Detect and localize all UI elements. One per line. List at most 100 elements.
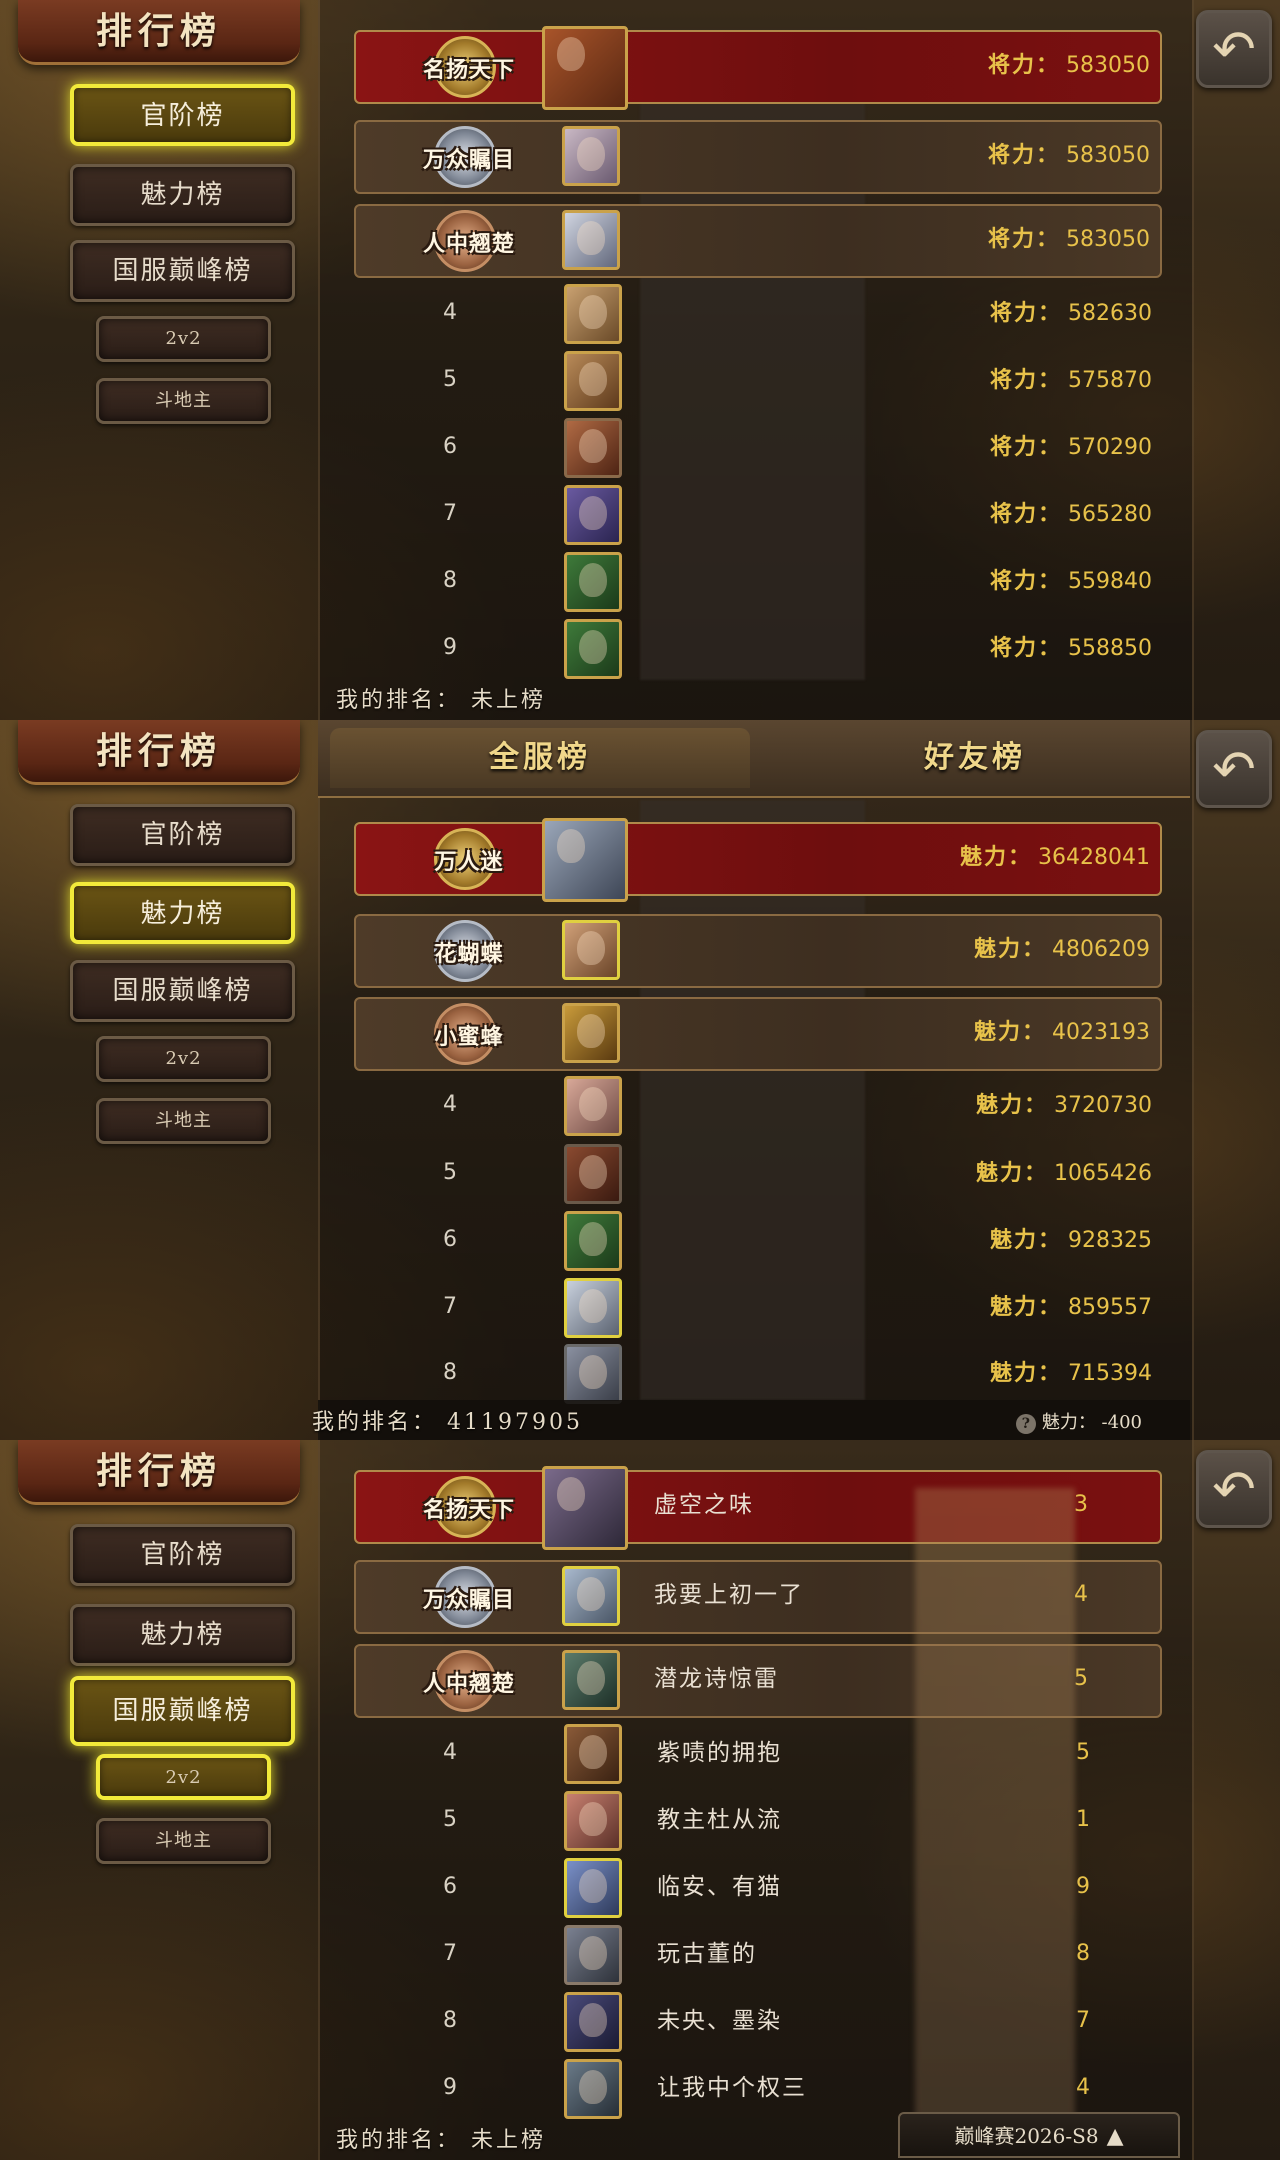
avatar[interactable]	[562, 126, 620, 186]
power-value: 将力： 583050	[988, 226, 1150, 252]
my-rank: 我的排名： 未上榜	[336, 688, 546, 713]
rank-row-3[interactable]: 人中翘楚 将力： 583050	[354, 204, 1162, 278]
score-tail: 3	[1074, 1492, 1088, 1517]
title-banner: 排行榜	[18, 1440, 300, 1505]
page-title: 排行榜	[95, 1450, 222, 1492]
rank-row-2[interactable]: 花蝴蝶 魅力： 4806209	[354, 914, 1162, 988]
avatar[interactable]	[542, 1466, 628, 1550]
charm-value: 魅力： 36428041	[960, 844, 1150, 870]
avatar[interactable]	[542, 818, 628, 902]
rank-row[interactable]: 6 魅力： 928325	[354, 1207, 1162, 1281]
avatar[interactable]	[564, 1791, 622, 1851]
tab-friends[interactable]: 好友榜	[770, 728, 1180, 788]
rank-row[interactable]: 7 将力： 565280	[354, 481, 1162, 555]
rank-title: 小蜜蜂	[434, 1024, 504, 1050]
rank-number: 8	[443, 2008, 457, 2033]
rank-row[interactable]: 4 魅力： 3720730	[354, 1072, 1162, 1146]
avatar[interactable]	[564, 1144, 622, 1204]
avatar[interactable]	[564, 418, 622, 478]
rank-row[interactable]: 7 魅力： 859557	[354, 1274, 1162, 1348]
sidebar-peak-rank[interactable]: 国服巅峰榜	[70, 1676, 295, 1746]
score-tail: 9	[1076, 1874, 1090, 1899]
sidebar-official-rank[interactable]: 官阶榜	[70, 1524, 295, 1586]
rank-badge: 人中翘楚	[374, 1650, 564, 1714]
rank-row[interactable]: 9 将力： 558850	[354, 615, 1162, 689]
rank-title: 万众瞩目	[422, 1587, 515, 1613]
avatar[interactable]	[564, 1724, 622, 1784]
avatar[interactable]	[562, 1650, 620, 1710]
season-label: 巅峰赛2026-S8	[954, 2124, 1099, 2148]
sidebar-landlord[interactable]: 斗地主	[96, 378, 271, 424]
rank-number: 7	[443, 501, 457, 526]
rank-row[interactable]: 5 魅力： 1065426	[354, 1140, 1162, 1214]
rank-row-3[interactable]: 小蜜蜂 魅力： 4023193	[354, 997, 1162, 1071]
avatar[interactable]	[564, 1278, 622, 1338]
avatar[interactable]	[564, 619, 622, 679]
sidebar-2v2[interactable]: 2v2	[96, 1036, 271, 1082]
rank-badge: 小蜜蜂	[374, 1003, 564, 1067]
rank-row-2[interactable]: 万众瞩目 将力： 583050	[354, 120, 1162, 194]
avatar[interactable]	[564, 1344, 622, 1404]
rank-title: 人中翘楚	[422, 1671, 515, 1697]
avatar[interactable]	[564, 485, 622, 545]
player-name: 教主杜从流	[657, 1807, 782, 1833]
tab-global[interactable]: 全服榜	[330, 728, 750, 788]
rank-number: 9	[443, 2075, 457, 2100]
avatar[interactable]	[564, 351, 622, 411]
rank-number: 4	[443, 1092, 457, 1117]
avatar[interactable]	[564, 1992, 622, 2052]
rank-row-1[interactable]: 名扬天下 将力： 583050	[354, 26, 1162, 110]
player-name: 玩古董的	[657, 1941, 757, 1967]
score-tail: 8	[1076, 1941, 1090, 1966]
my-rank: 我的排名： 41197905	[312, 1410, 583, 1435]
charm-value: 魅力： 4806209	[974, 936, 1150, 962]
sidebar-2v2[interactable]: 2v2	[96, 316, 271, 362]
avatar[interactable]	[564, 284, 622, 344]
page-title: 排行榜	[95, 10, 222, 52]
panel-rank-peak: 排行榜 官阶榜 魅力榜 国服巅峰榜 2v2 斗地主 ↶ 名扬天下 虚空之味 3 …	[0, 1440, 1280, 2160]
power-value: 将力： 559840	[990, 568, 1152, 594]
rank-row[interactable]: 8 将力： 559840	[354, 548, 1162, 622]
avatar[interactable]	[564, 1925, 622, 1985]
avatar[interactable]	[564, 552, 622, 612]
sidebar-landlord[interactable]: 斗地主	[96, 1098, 271, 1144]
rank-badge: 花蝴蝶	[374, 920, 564, 984]
charm-value: 魅力： 859557	[990, 1294, 1152, 1320]
sidebar-landlord[interactable]: 斗地主	[96, 1818, 271, 1864]
charm-value: 魅力： 3720730	[976, 1092, 1152, 1118]
avatar[interactable]	[562, 210, 620, 270]
avatar[interactable]	[564, 1211, 622, 1271]
title-banner: 排行榜	[18, 0, 300, 65]
back-button[interactable]: ↶	[1196, 730, 1272, 808]
rank-number: 7	[443, 1941, 457, 1966]
rank-number: 6	[443, 1874, 457, 1899]
avatar[interactable]	[562, 1566, 620, 1626]
sidebar-charm-rank[interactable]: 魅力榜	[70, 1604, 295, 1666]
season-selector[interactable]: 巅峰赛2026-S8 ▲	[898, 2112, 1180, 2158]
score-tail: 5	[1076, 1740, 1090, 1765]
rank-title: 万众瞩目	[422, 147, 515, 173]
rank-row[interactable]: 6 将力： 570290	[354, 414, 1162, 488]
avatar[interactable]	[542, 26, 628, 110]
help-icon[interactable]: ?	[1015, 1414, 1036, 1434]
sidebar-charm-rank[interactable]: 魅力榜	[70, 882, 295, 944]
triangle-up-icon: ▲	[1106, 2124, 1124, 2149]
back-button[interactable]: ↶	[1196, 1450, 1272, 1528]
sidebar-peak-rank[interactable]: 国服巅峰榜	[70, 960, 295, 1022]
sidebar-peak-rank[interactable]: 国服巅峰榜	[70, 240, 295, 302]
rank-number: 8	[443, 568, 457, 593]
avatar[interactable]	[564, 2059, 622, 2119]
rank-row-1[interactable]: 万人迷 魅力： 36428041	[354, 818, 1162, 902]
avatar[interactable]	[562, 1003, 620, 1063]
back-button[interactable]: ↶	[1196, 10, 1272, 88]
score-tail: 7	[1076, 2008, 1090, 2033]
sidebar-official-rank[interactable]: 官阶榜	[70, 84, 295, 146]
sidebar-charm-rank[interactable]: 魅力榜	[70, 164, 295, 226]
avatar[interactable]	[564, 1858, 622, 1918]
avatar[interactable]	[562, 920, 620, 980]
sidebar-official-rank[interactable]: 官阶榜	[70, 804, 295, 866]
avatar[interactable]	[564, 1076, 622, 1136]
rank-row[interactable]: 5 将力： 575870	[354, 347, 1162, 421]
rank-row[interactable]: 4 将力： 582630	[354, 280, 1162, 354]
sidebar-2v2[interactable]: 2v2	[96, 1754, 271, 1800]
